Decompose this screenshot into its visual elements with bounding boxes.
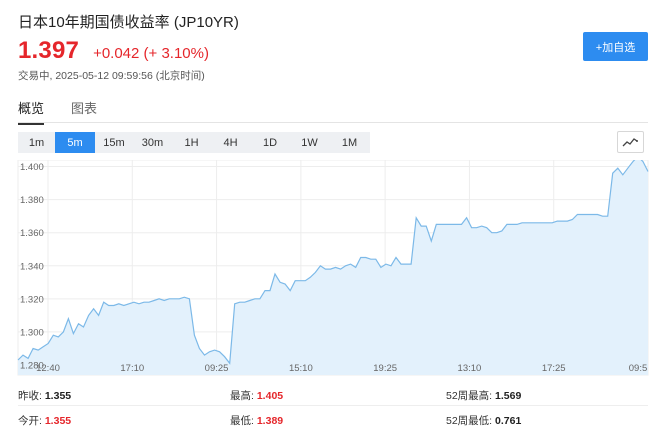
period-4h[interactable]: 4H [211, 132, 250, 153]
stat-high: 最高: 1.405 [230, 388, 283, 403]
y-tick-label: 1.360 [20, 228, 44, 239]
y-tick-label: 1.380 [20, 195, 44, 206]
quote-row: 1.397 +0.042 (+ 3.10%) [18, 37, 209, 65]
x-tick-label: 15:10 [289, 363, 313, 374]
period-selector: 1m 5m 15m 30m 1H 4H 1D 1W 1M [18, 132, 370, 153]
period-1m[interactable]: 1m [18, 132, 55, 153]
trading-status: 交易中, 2025-05-12 09:59:56 (北京时间) [18, 70, 205, 82]
stat-label: 52周最低: [446, 415, 493, 427]
price-change: +0.042 (+ 3.10%) [93, 45, 209, 62]
x-tick-label: 09:5 [629, 363, 648, 374]
y-tick-label: 1.340 [20, 261, 44, 272]
x-tick-label: 13:10 [458, 363, 482, 374]
stats-panel: 昨收: 1.355 最高: 1.405 52周最高: 1.569 今开: 1.3… [18, 382, 648, 442]
stat-label: 昨收: [18, 390, 42, 402]
period-1mo[interactable]: 1M [329, 132, 370, 153]
period-1h[interactable]: 1H [172, 132, 211, 153]
stat-label: 最高: [230, 390, 254, 402]
line-chart-icon [622, 137, 638, 146]
y-tick-label: 1.400 [20, 162, 44, 173]
stat-open: 今开: 1.355 [18, 413, 71, 428]
period-5m[interactable]: 5m [55, 132, 95, 153]
chart-type-button[interactable] [617, 131, 644, 153]
stat-value: 1.405 [256, 390, 284, 402]
price-chart[interactable]: 1.2801.3001.3201.3401.3601.3801.400 12:4… [0, 160, 660, 380]
stat-value: 1.389 [256, 415, 284, 427]
y-axis-labels: 1.2801.3001.3201.3401.3601.3801.400 [20, 162, 44, 371]
y-tick-label: 1.300 [20, 327, 44, 338]
stat-52w-high: 52周最高: 1.569 [446, 388, 521, 403]
y-tick-label: 1.320 [20, 294, 44, 305]
period-15m[interactable]: 15m [95, 132, 133, 153]
stat-value: 0.761 [495, 415, 522, 427]
quote-page: 日本10年期国债收益率 (JP10YR) 1.397 +0.042 (+ 3.1… [0, 0, 660, 445]
instrument-title: 日本10年期国债收益率 (JP10YR) [18, 14, 239, 31]
stat-value: 1.355 [44, 390, 72, 402]
period-1d[interactable]: 1D [250, 132, 290, 153]
x-tick-label: 09:25 [205, 363, 229, 374]
stat-label: 今开: [18, 415, 42, 427]
x-tick-label: 17:25 [542, 363, 566, 374]
tab-chart[interactable]: 图表 [71, 98, 97, 125]
x-tick-label: 17:10 [120, 363, 144, 374]
last-price: 1.397 [18, 37, 80, 64]
stat-low: 最低: 1.389 [230, 413, 283, 428]
x-tick-label: 12:40 [36, 363, 60, 374]
period-30m[interactable]: 30m [133, 132, 172, 153]
stat-value: 1.569 [495, 390, 522, 402]
x-tick-label: 19:25 [373, 363, 397, 374]
stat-label: 最低: [230, 415, 254, 427]
period-1w[interactable]: 1W [290, 132, 329, 153]
add-to-watchlist-button[interactable]: +加自选 [583, 32, 648, 61]
stats-divider [18, 405, 648, 406]
tab-overview[interactable]: 概览 [18, 98, 45, 125]
stat-label: 52周最高: [446, 390, 493, 402]
stat-prev-close: 昨收: 1.355 [18, 388, 71, 403]
view-tabs: 概览 图表 [18, 98, 124, 125]
stat-value: 1.355 [44, 415, 72, 427]
tab-divider [18, 122, 648, 123]
stat-52w-low: 52周最低: 0.761 [446, 413, 521, 428]
